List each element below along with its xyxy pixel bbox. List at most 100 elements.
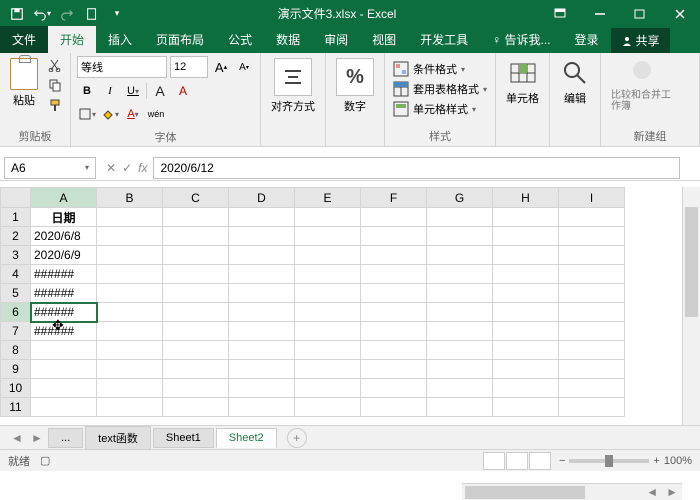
cancel-formula-icon[interactable]: ✕ [106,161,116,175]
cell[interactable]: ###### [31,265,97,284]
cell[interactable] [295,227,361,246]
cell[interactable] [31,379,97,398]
view-page-break-icon[interactable] [529,452,551,470]
sheet-tab-ellipsis[interactable]: ... [48,428,83,448]
cell[interactable] [427,265,493,284]
select-all-corner[interactable] [1,188,31,208]
cell[interactable] [427,303,493,322]
cell[interactable] [427,322,493,341]
cell[interactable] [493,360,559,379]
cell[interactable] [493,398,559,417]
cell[interactable] [361,208,427,227]
cell[interactable] [361,227,427,246]
sheet-tab-sheet2[interactable]: Sheet2 [216,428,277,448]
cells-button[interactable]: 单元格 [502,56,543,108]
cell[interactable] [97,341,163,360]
row-header[interactable]: 10 [1,379,31,398]
conditional-format-button[interactable]: 条件格式▾ [391,60,489,78]
row-header[interactable]: 3 [1,246,31,265]
sheet-nav-prev-icon[interactable]: ◄ [8,429,26,447]
cell[interactable] [295,208,361,227]
zoom-out-icon[interactable]: − [559,455,565,467]
cell[interactable] [295,360,361,379]
cell[interactable] [361,379,427,398]
tab-view[interactable]: 视图 [360,26,408,53]
number-button[interactable]: % 数字 [332,56,378,116]
cell[interactable] [559,227,625,246]
font-color-a1[interactable]: A [150,81,170,101]
redo-icon[interactable] [56,3,78,25]
cell[interactable]: 2020/6/8 [31,227,97,246]
cell[interactable] [163,246,229,265]
row-header[interactable]: 9 [1,360,31,379]
maximize-icon[interactable] [620,0,660,27]
border-icon[interactable]: ▾ [77,104,97,124]
cell[interactable] [97,303,163,322]
compare-merge-button[interactable]: 比较和合并工作簿 [607,56,677,114]
bold-button[interactable]: B [77,81,97,101]
font-color-a2[interactable]: A [173,81,193,101]
row-header[interactable]: 4 [1,265,31,284]
cell[interactable] [229,227,295,246]
cell[interactable]: 日期 [31,208,97,227]
tab-home[interactable]: 开始 [48,26,96,53]
cell[interactable] [295,379,361,398]
sheet-tab-sheet1[interactable]: Sheet1 [153,428,214,448]
cell[interactable] [493,227,559,246]
cell[interactable] [31,360,97,379]
cell[interactable] [559,379,625,398]
zoom-in-icon[interactable]: + [653,455,659,467]
cell[interactable] [493,379,559,398]
zoom-slider[interactable] [569,459,649,463]
cell[interactable] [493,303,559,322]
cell[interactable] [493,246,559,265]
cell[interactable] [163,360,229,379]
cell[interactable] [163,398,229,417]
name-box[interactable]: A6▾ [4,157,96,179]
cell[interactable] [493,322,559,341]
font-size-select[interactable] [170,56,208,78]
cell[interactable] [229,360,295,379]
cell[interactable] [229,379,295,398]
cell[interactable] [361,341,427,360]
ribbon-options-icon[interactable] [540,0,580,27]
cell[interactable] [493,284,559,303]
column-header[interactable]: C [163,188,229,208]
cell[interactable] [163,265,229,284]
view-page-layout-icon[interactable] [506,452,528,470]
cell[interactable] [163,341,229,360]
undo-icon[interactable]: ▾ [31,3,53,25]
cell[interactable]: ###### [31,284,97,303]
zoom-level[interactable]: 100% [664,455,692,467]
cell[interactable] [229,322,295,341]
accept-formula-icon[interactable]: ✓ [122,161,132,175]
row-header[interactable]: 6 [1,303,31,322]
cell[interactable] [559,208,625,227]
cell[interactable] [361,322,427,341]
cell[interactable] [559,303,625,322]
editing-button[interactable]: 编辑 [556,56,594,108]
cell[interactable] [361,398,427,417]
cell[interactable] [97,227,163,246]
cell[interactable] [427,208,493,227]
cell[interactable] [97,208,163,227]
cell[interactable] [229,341,295,360]
cell[interactable] [295,341,361,360]
cell[interactable] [229,398,295,417]
cell[interactable] [427,398,493,417]
cell[interactable] [361,284,427,303]
row-header[interactable]: 1 [1,208,31,227]
cell[interactable] [229,303,295,322]
cell[interactable] [295,398,361,417]
cell[interactable] [559,398,625,417]
row-header[interactable]: 5 [1,284,31,303]
tab-data[interactable]: 数据 [264,26,312,53]
cell-styles-button[interactable]: 单元格样式▾ [391,100,489,118]
cell[interactable] [493,208,559,227]
cell[interactable] [163,322,229,341]
cell[interactable] [559,322,625,341]
cut-icon[interactable] [46,56,64,74]
close-icon[interactable] [660,0,700,27]
cell[interactable] [493,265,559,284]
column-header[interactable]: E [295,188,361,208]
